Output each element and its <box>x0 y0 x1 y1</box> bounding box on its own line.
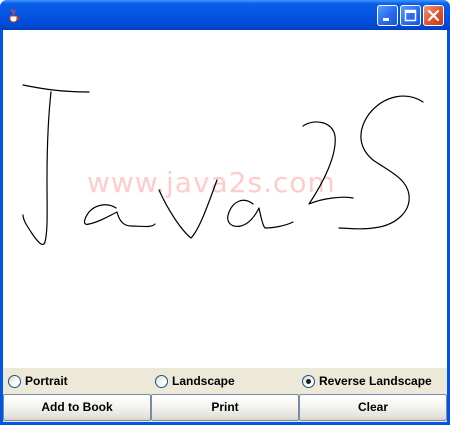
close-button[interactable] <box>423 5 444 26</box>
app-window: www.java2s.com Portrait Landscape Revers… <box>0 0 450 425</box>
stroke-letter-j <box>22 84 90 246</box>
drawing-canvas[interactable]: www.java2s.com <box>3 30 447 368</box>
handwriting-strokes <box>22 84 424 246</box>
stroke-letter-a-1 <box>83 204 156 228</box>
orientation-radio-group: Portrait Landscape Reverse Landscape <box>3 368 447 393</box>
radio-landscape-label[interactable]: Landscape <box>172 374 235 388</box>
stroke-letter-a-2 <box>227 199 294 229</box>
radio-reverse-landscape[interactable]: Reverse Landscape <box>302 373 432 389</box>
minimize-icon <box>383 18 389 21</box>
title-bar[interactable] <box>0 0 450 30</box>
stroke-letter-s <box>338 95 424 230</box>
print-button[interactable]: Print <box>151 394 299 421</box>
action-button-row: Add to Book Print Clear <box>3 393 447 422</box>
close-icon <box>427 9 440 22</box>
radio-reverse-landscape-label[interactable]: Reverse Landscape <box>319 374 432 388</box>
radio-landscape[interactable]: Landscape <box>155 373 235 389</box>
java-cup-icon[interactable] <box>6 7 22 23</box>
radio-portrait[interactable]: Portrait <box>8 373 68 389</box>
stroke-letter-v <box>158 179 218 239</box>
radio-selected-dot <box>306 378 311 384</box>
minimize-button[interactable] <box>377 5 398 26</box>
client-area: www.java2s.com Portrait Landscape Revers… <box>3 30 447 422</box>
radio-circle-selected[interactable] <box>302 374 315 388</box>
radio-portrait-label[interactable]: Portrait <box>25 374 68 388</box>
radio-circle[interactable] <box>155 374 168 388</box>
maximize-icon <box>404 9 417 22</box>
maximize-button[interactable] <box>400 5 421 26</box>
stroke-digit-2 <box>302 121 354 205</box>
clear-button[interactable]: Clear <box>299 394 447 421</box>
radio-circle[interactable] <box>8 374 21 388</box>
add-to-book-button[interactable]: Add to Book <box>3 394 151 421</box>
